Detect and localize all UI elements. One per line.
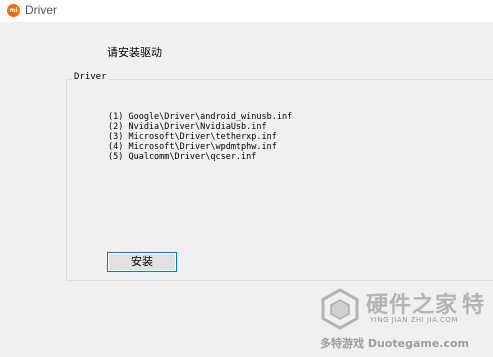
install-button[interactable]: 安装 [107, 252, 177, 272]
driver-list-item: (2) Nvidia\Driver\NvidiaUsb.inf [108, 122, 267, 132]
title-bar[interactable]: mi Driver [0, 0, 493, 22]
driver-list-item: (3) Microsoft\Driver\tetherxp.inf [108, 132, 277, 142]
watermark: 硬件之家特 YING JIAN ZHI JIA.COM 多特游戏 Duotega… [312, 283, 493, 357]
driver-list-item: (1) Google\Driver\android_winusb.inf [108, 112, 293, 122]
app-window: mi Driver 请安装驱动 Driver (1) Google\Driver… [0, 0, 493, 357]
driver-groupbox [66, 79, 493, 281]
watermark-bottom-text: 多特游戏 Duotegame.com [320, 337, 470, 350]
watermark-extra-char: 特 [462, 293, 486, 318]
driver-list-item: (4) Microsoft\Driver\wpdmtphw.inf [108, 142, 277, 152]
mi-logo-icon: mi [7, 4, 20, 17]
cube-logo-icon [321, 288, 359, 330]
groupbox-label: Driver [72, 72, 109, 82]
driver-list: (1) Google\Driver\android_winusb.inf (2)… [108, 112, 292, 162]
driver-list-item: (5) Qualcomm\Driver\qcser.inf [108, 152, 257, 162]
watermark-main-text: 硬件之家特 [366, 293, 486, 318]
watermark-sub-text: YING JIAN ZHI JIA.COM [370, 316, 458, 324]
page-heading: 请安装驱动 [107, 46, 162, 59]
window-title: Driver [25, 3, 57, 17]
